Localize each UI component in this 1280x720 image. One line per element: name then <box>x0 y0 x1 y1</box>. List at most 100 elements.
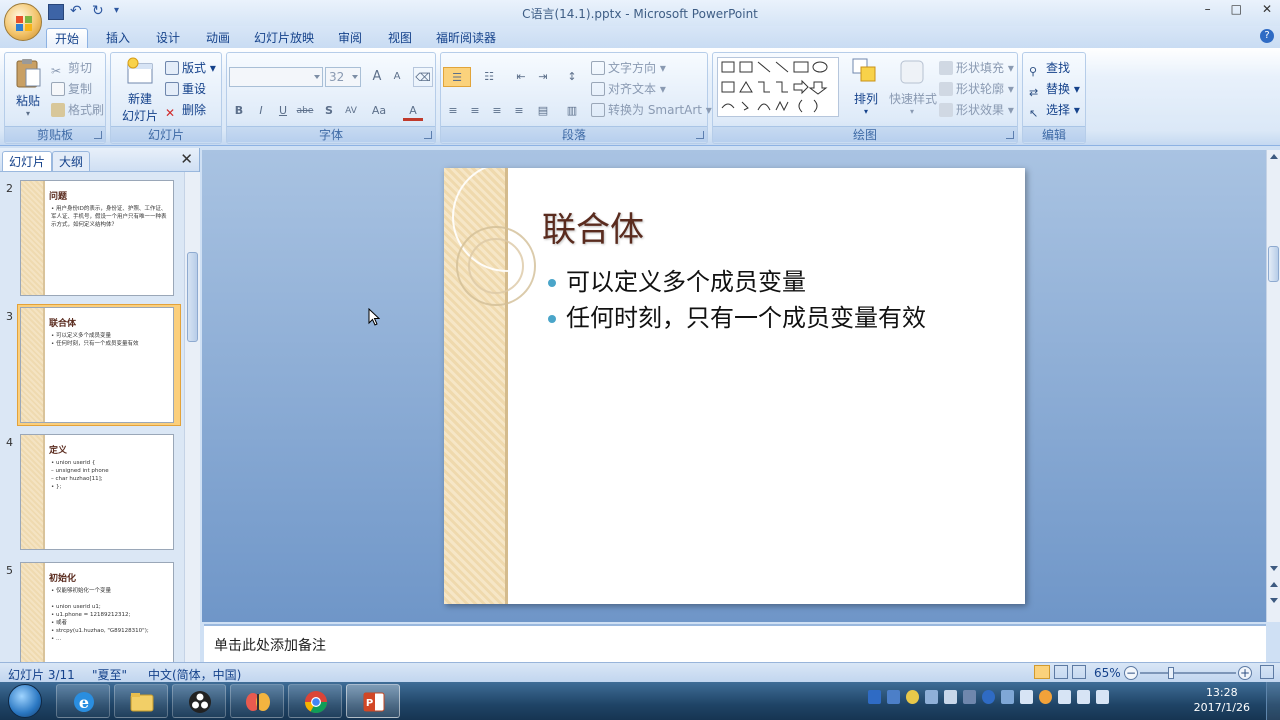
tab-outline[interactable]: 大纲 <box>52 151 91 171</box>
tab-slideshow[interactable]: 幻灯片放映 <box>246 28 322 48</box>
shrink-font-button[interactable]: A <box>387 67 407 87</box>
main-vertical-scrollbar[interactable] <box>1266 150 1280 622</box>
slide-content[interactable]: 可以定义多个成员变量 任何时刻，只有一个成员变量有效 <box>548 264 926 336</box>
tab-home[interactable]: 开始 <box>46 28 89 48</box>
network-icon[interactable] <box>1077 690 1090 704</box>
replace-button[interactable]: ⇄ 替换 ▾ <box>1029 80 1080 100</box>
shape-outline-button[interactable]: 形状轮廓 ▾ <box>939 80 1014 97</box>
paste-button[interactable]: 粘贴 ▾ <box>11 57 45 118</box>
grow-font-button[interactable]: A <box>367 67 387 87</box>
slides-pane-scrollbar[interactable] <box>184 172 200 662</box>
delete-slide-button[interactable]: ✕ 删除 <box>165 101 206 120</box>
settings-icon[interactable] <box>963 690 976 704</box>
scrollbar-thumb[interactable] <box>1268 246 1279 282</box>
slide-thumbnail-3[interactable]: 3 联合体 • 可以定义多个成员变量 • 任何时刻，只有一个成员变量有效 <box>0 304 184 428</box>
align-center-button[interactable]: ≡ <box>465 101 485 121</box>
taskbar-obs[interactable] <box>172 684 226 718</box>
help-tray-icon[interactable] <box>982 690 995 704</box>
slide-thumbnail-5[interactable]: 5 初始化 • 仅能够初始化一个变量 • union userid u1; • … <box>0 562 184 662</box>
clipboard-dialog-launcher[interactable] <box>94 131 102 139</box>
change-case-button[interactable]: Aa <box>369 101 389 121</box>
increase-indent-button[interactable]: ⇥ <box>533 67 553 87</box>
scroll-down-icon[interactable] <box>1270 566 1278 571</box>
taskbar-app[interactable] <box>230 684 284 718</box>
font-color-button[interactable]: A <box>403 101 423 121</box>
strikethrough-button[interactable]: abe <box>295 101 315 121</box>
shape-fill-button[interactable]: 形状填充 ▾ <box>939 59 1014 76</box>
taskbar-powerpoint[interactable]: P <box>346 684 400 718</box>
current-slide[interactable]: 联合体 可以定义多个成员变量 任何时刻，只有一个成员变量有效 <box>444 168 1025 604</box>
numbering-button[interactable]: ☷ <box>475 67 503 87</box>
flag-icon[interactable] <box>1020 690 1033 704</box>
tab-design[interactable]: 设计 <box>148 28 188 48</box>
zoom-slider-handle[interactable] <box>1168 667 1174 679</box>
notification-icon[interactable] <box>1039 690 1052 704</box>
taskbar-chrome[interactable] <box>288 684 342 718</box>
smartart-button[interactable]: 转换为 SmartArt ▾ <box>591 101 712 118</box>
zoom-slider[interactable] <box>1140 672 1236 674</box>
punctuation-icon[interactable] <box>925 690 938 704</box>
show-desktop-button[interactable] <box>1266 682 1280 720</box>
tab-review[interactable]: 审阅 <box>330 28 370 48</box>
decrease-indent-button[interactable]: ⇤ <box>511 67 531 87</box>
app-tray-icon[interactable] <box>1001 690 1014 704</box>
align-right-button[interactable]: ≡ <box>487 101 507 121</box>
cut-button[interactable]: ✂ 剪切 <box>51 59 92 78</box>
font-size-combo[interactable]: 32 <box>325 67 361 87</box>
slide-title[interactable]: 联合体 <box>542 202 644 251</box>
device-icon[interactable] <box>1058 690 1071 704</box>
line-spacing-button[interactable]: ↕ <box>559 67 585 87</box>
italic-button[interactable]: I <box>251 101 271 121</box>
previous-slide-icon[interactable] <box>1270 582 1278 587</box>
arrange-button[interactable]: 排列 ▾ <box>847 57 885 116</box>
taskbar-internet-explorer[interactable]: e <box>56 684 110 718</box>
slideshow-view-icon[interactable] <box>1072 665 1086 679</box>
language-indicator[interactable]: 中文(简体，中国) <box>148 666 241 683</box>
find-button[interactable]: ⚲ 查找 <box>1029 59 1070 79</box>
underline-button[interactable]: U <box>273 101 293 121</box>
zoom-in-button[interactable]: + <box>1238 666 1252 680</box>
tab-slides[interactable]: 幻灯片 <box>2 151 53 171</box>
close-pane-icon[interactable]: ✕ <box>180 150 193 168</box>
tab-insert[interactable]: 插入 <box>98 28 138 48</box>
tab-foxit-reader[interactable]: 福昕阅读器 <box>428 28 504 48</box>
char-spacing-button[interactable]: AV <box>341 101 361 121</box>
justify-button[interactable]: ≡ <box>509 101 529 121</box>
ime-icon[interactable] <box>868 690 881 704</box>
reset-button[interactable]: 重设 <box>165 80 206 97</box>
copy-button[interactable]: 复制 <box>51 80 92 97</box>
scroll-up-icon[interactable] <box>1270 154 1278 159</box>
select-button[interactable]: ↖ 选择 ▾ <box>1029 101 1080 121</box>
columns-button[interactable]: ▥ <box>559 101 585 121</box>
quick-styles-button[interactable]: 快速样式 ▾ <box>889 57 937 116</box>
next-slide-icon[interactable] <box>1270 598 1278 603</box>
slide-thumbnail-2[interactable]: 2 问题 • 用户身份ID的表示，身份证、护照、工作证、军人证、手机号，假设一个… <box>0 180 184 300</box>
shadow-button[interactable]: S <box>319 101 339 121</box>
zoom-out-button[interactable]: − <box>1124 666 1138 680</box>
new-slide-button[interactable]: 新建 幻灯片 <box>117 57 163 124</box>
clear-format-button[interactable]: ⌫ <box>413 67 433 87</box>
minimize-button[interactable]: – <box>1205 2 1211 16</box>
taskbar-file-explorer[interactable] <box>114 684 168 718</box>
normal-view-icon[interactable] <box>1034 665 1050 679</box>
tab-animations[interactable]: 动画 <box>198 28 238 48</box>
maximize-button[interactable]: □ <box>1231 2 1242 16</box>
fit-to-window-icon[interactable] <box>1260 665 1274 679</box>
keyboard-icon[interactable] <box>944 690 957 704</box>
bold-button[interactable]: B <box>229 101 249 121</box>
font-name-combo[interactable] <box>229 67 323 87</box>
moon-icon[interactable] <box>906 690 919 704</box>
paragraph-dialog-launcher[interactable] <box>696 131 704 139</box>
distributed-button[interactable]: ▤ <box>533 101 553 121</box>
volume-icon[interactable] <box>1096 690 1109 704</box>
bullets-button[interactable]: ☰ <box>443 67 471 87</box>
office-button[interactable] <box>4 3 42 41</box>
layout-button[interactable]: 版式 ▾ <box>165 59 216 76</box>
tab-view[interactable]: 视图 <box>380 28 420 48</box>
shapes-gallery[interactable] <box>717 57 839 117</box>
scrollbar-thumb[interactable] <box>187 252 198 342</box>
ime-chinese-icon[interactable] <box>887 690 900 704</box>
align-text-button[interactable]: 对齐文本 ▾ <box>591 80 666 97</box>
drawing-dialog-launcher[interactable] <box>1006 131 1014 139</box>
start-button[interactable] <box>2 683 48 719</box>
